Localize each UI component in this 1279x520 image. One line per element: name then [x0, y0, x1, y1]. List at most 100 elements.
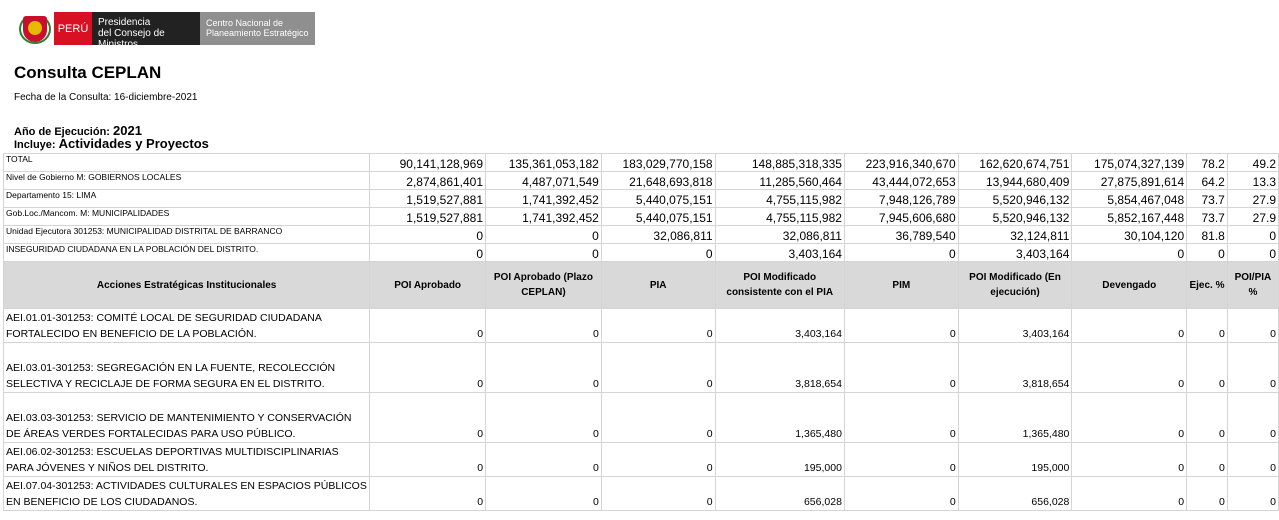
table-row: AEI.07.04-301253: ACTIVIDADES CULTURALES… — [2, 476, 1279, 511]
summary-value: 27.9 — [1226, 207, 1279, 226]
table-row: AEI.01.01-301253: COMITÉ LOCAL DE SEGURI… — [2, 308, 1279, 343]
row-value: 0 — [1071, 308, 1188, 343]
summary-value: 13.3 — [1226, 171, 1279, 190]
page-title: Consulta CEPLAN — [14, 63, 162, 82]
action-label: AEI.01.01-301253: COMITÉ LOCAL DE SEGURI… — [2, 308, 371, 343]
row-value: 0 — [1226, 308, 1279, 343]
summary-value: 0 — [1226, 225, 1279, 244]
summary-label: Nivel de Gobierno M: GOBIERNOS LOCALES — [2, 171, 371, 190]
summary-value: 81.8 — [1186, 225, 1228, 244]
row-value: 0 — [1226, 442, 1279, 477]
summary-value: 90,141,128,969 — [369, 153, 487, 172]
summary-value: 1,741,392,452 — [485, 207, 602, 226]
summary-value: 0 — [485, 243, 602, 262]
summary-value: 0 — [369, 225, 487, 244]
summary-row: Unidad Ejecutora 301253: MUNICIPALIDAD D… — [2, 225, 1279, 244]
summary-value: 73.7 — [1186, 207, 1228, 226]
peru-coat-of-arms-icon — [18, 12, 52, 45]
summary-value: 5,520,946,132 — [957, 189, 1073, 208]
budget-table: TOTAL 90,141,128,969 135,361,053,182 183,02… — [2, 153, 1279, 511]
column-header: PIA — [600, 261, 716, 309]
row-value: 0 — [600, 308, 716, 343]
row-value: 0 — [485, 442, 602, 477]
row-value: 0 — [1186, 442, 1228, 477]
row-value: 0 — [600, 476, 716, 511]
row-value: 0 — [1226, 476, 1279, 511]
row-value: 0 — [369, 442, 487, 477]
column-header: POI Aprobado — [369, 261, 487, 309]
row-value: 0 — [843, 442, 959, 477]
row-value: 0 — [1226, 342, 1279, 393]
column-header: POI Modificado consistente con el PIA — [714, 261, 845, 309]
pcm-logo-text: Presidencia del Consejo de Ministros — [92, 12, 200, 50]
row-value: 0 — [843, 476, 959, 511]
summary-value: 223,916,340,670 — [843, 153, 959, 172]
row-value: 3,818,654 — [957, 342, 1073, 393]
summary-row: TOTAL 90,141,128,969 135,361,053,182 183,02… — [2, 153, 1279, 172]
column-header-row: Acciones Estratégicas Institucionales POI… — [2, 261, 1279, 309]
summary-value: 4,755,115,982 — [714, 207, 845, 226]
summary-value: 7,948,126,789 — [843, 189, 959, 208]
summary-value: 148,885,318,335 — [714, 153, 845, 172]
summary-label: Departamento 15: LIMA — [2, 189, 371, 208]
column-header: POI Modificado (En ejecución) — [957, 261, 1073, 309]
summary-value: 0 — [1226, 243, 1279, 262]
row-value: 0 — [1186, 342, 1228, 393]
summary-value: 13,944,680,409 — [957, 171, 1073, 190]
summary-value: 32,086,811 — [714, 225, 845, 244]
summary-label: Unidad Ejecutora 301253: MUNICIPALIDAD D… — [2, 225, 371, 244]
row-value: 0 — [1071, 442, 1188, 477]
row-value: 0 — [369, 476, 487, 511]
summary-value: 73.7 — [1186, 189, 1228, 208]
row-value: 0 — [485, 308, 602, 343]
row-value: 0 — [843, 308, 959, 343]
summary-value: 49.2 — [1226, 153, 1279, 172]
summary-value: 30,104,120 — [1071, 225, 1188, 244]
summary-value: 4,487,071,549 — [485, 171, 602, 190]
row-value: 0 — [369, 342, 487, 393]
row-value: 656,028 — [957, 476, 1073, 511]
table-row: AEI.06.02-301253: ESCUELAS DEPORTIVAS MU… — [2, 442, 1279, 477]
summary-label: Gob.Loc./Mancom. M: MUNICIPALIDADES — [2, 207, 371, 226]
row-value: 0 — [1071, 476, 1188, 511]
action-label: AEI.03.01-301253: SEGREGACIÓN EN LA FUEN… — [2, 342, 371, 393]
summary-label: TOTAL — [2, 153, 371, 172]
summary-value: 7,945,606,680 — [843, 207, 959, 226]
row-value: 0 — [600, 342, 716, 393]
row-value: 0 — [1226, 392, 1279, 443]
row-value: 3,403,164 — [714, 308, 845, 343]
row-value: 0 — [600, 442, 716, 477]
summary-row: Gob.Loc./Mancom. M: MUNICIPALIDADES 1,519… — [2, 207, 1279, 226]
table-row: AEI.03.01-301253: SEGREGACIÓN EN LA FUEN… — [2, 342, 1279, 393]
row-value: 0 — [1186, 392, 1228, 443]
table-row: AEI.03.03-301253: SERVICIO DE MANTENIMIE… — [2, 392, 1279, 443]
summary-row: Departamento 15: LIMA 1,519,527,881 1,741,… — [2, 189, 1279, 208]
row-value: 0 — [1186, 476, 1228, 511]
action-label: AEI.07.04-301253: ACTIVIDADES CULTURALES… — [2, 476, 371, 511]
row-value: 0 — [1071, 342, 1188, 393]
summary-value: 0 — [1071, 243, 1188, 262]
summary-value: 27.9 — [1226, 189, 1279, 208]
summary-value: 43,444,072,653 — [843, 171, 959, 190]
column-header: Acciones Estratégicas Institucionales — [2, 261, 371, 309]
column-header: PIM — [843, 261, 959, 309]
summary-value: 11,285,560,464 — [714, 171, 845, 190]
summary-value: 36,789,540 — [843, 225, 959, 244]
summary-value: 3,403,164 — [957, 243, 1073, 262]
summary-row: Nivel de Gobierno M: GOBIERNOS LOCALES 2,… — [2, 171, 1279, 190]
row-value: 0 — [369, 308, 487, 343]
summary-value: 1,741,392,452 — [485, 189, 602, 208]
row-value: 0 — [485, 476, 602, 511]
summary-value: 0 — [600, 243, 716, 262]
summary-value: 2,874,861,401 — [369, 171, 487, 190]
row-value: 0 — [843, 342, 959, 393]
row-value: 195,000 — [714, 442, 845, 477]
row-value: 0 — [369, 392, 487, 443]
row-value: 1,365,480 — [957, 392, 1073, 443]
action-label: AEI.06.02-301253: ESCUELAS DEPORTIVAS MU… — [2, 442, 371, 477]
column-header: Devengado — [1071, 261, 1188, 309]
summary-value: 0 — [369, 243, 487, 262]
summary-value: 32,124,811 — [957, 225, 1073, 244]
ceplan-logo-text: Centro Nacional de Planeamiento Estratégi… — [200, 12, 315, 45]
summary-label: INSEGURIDAD CIUDADANA EN LA POBLACIÓN DE… — [2, 243, 371, 262]
